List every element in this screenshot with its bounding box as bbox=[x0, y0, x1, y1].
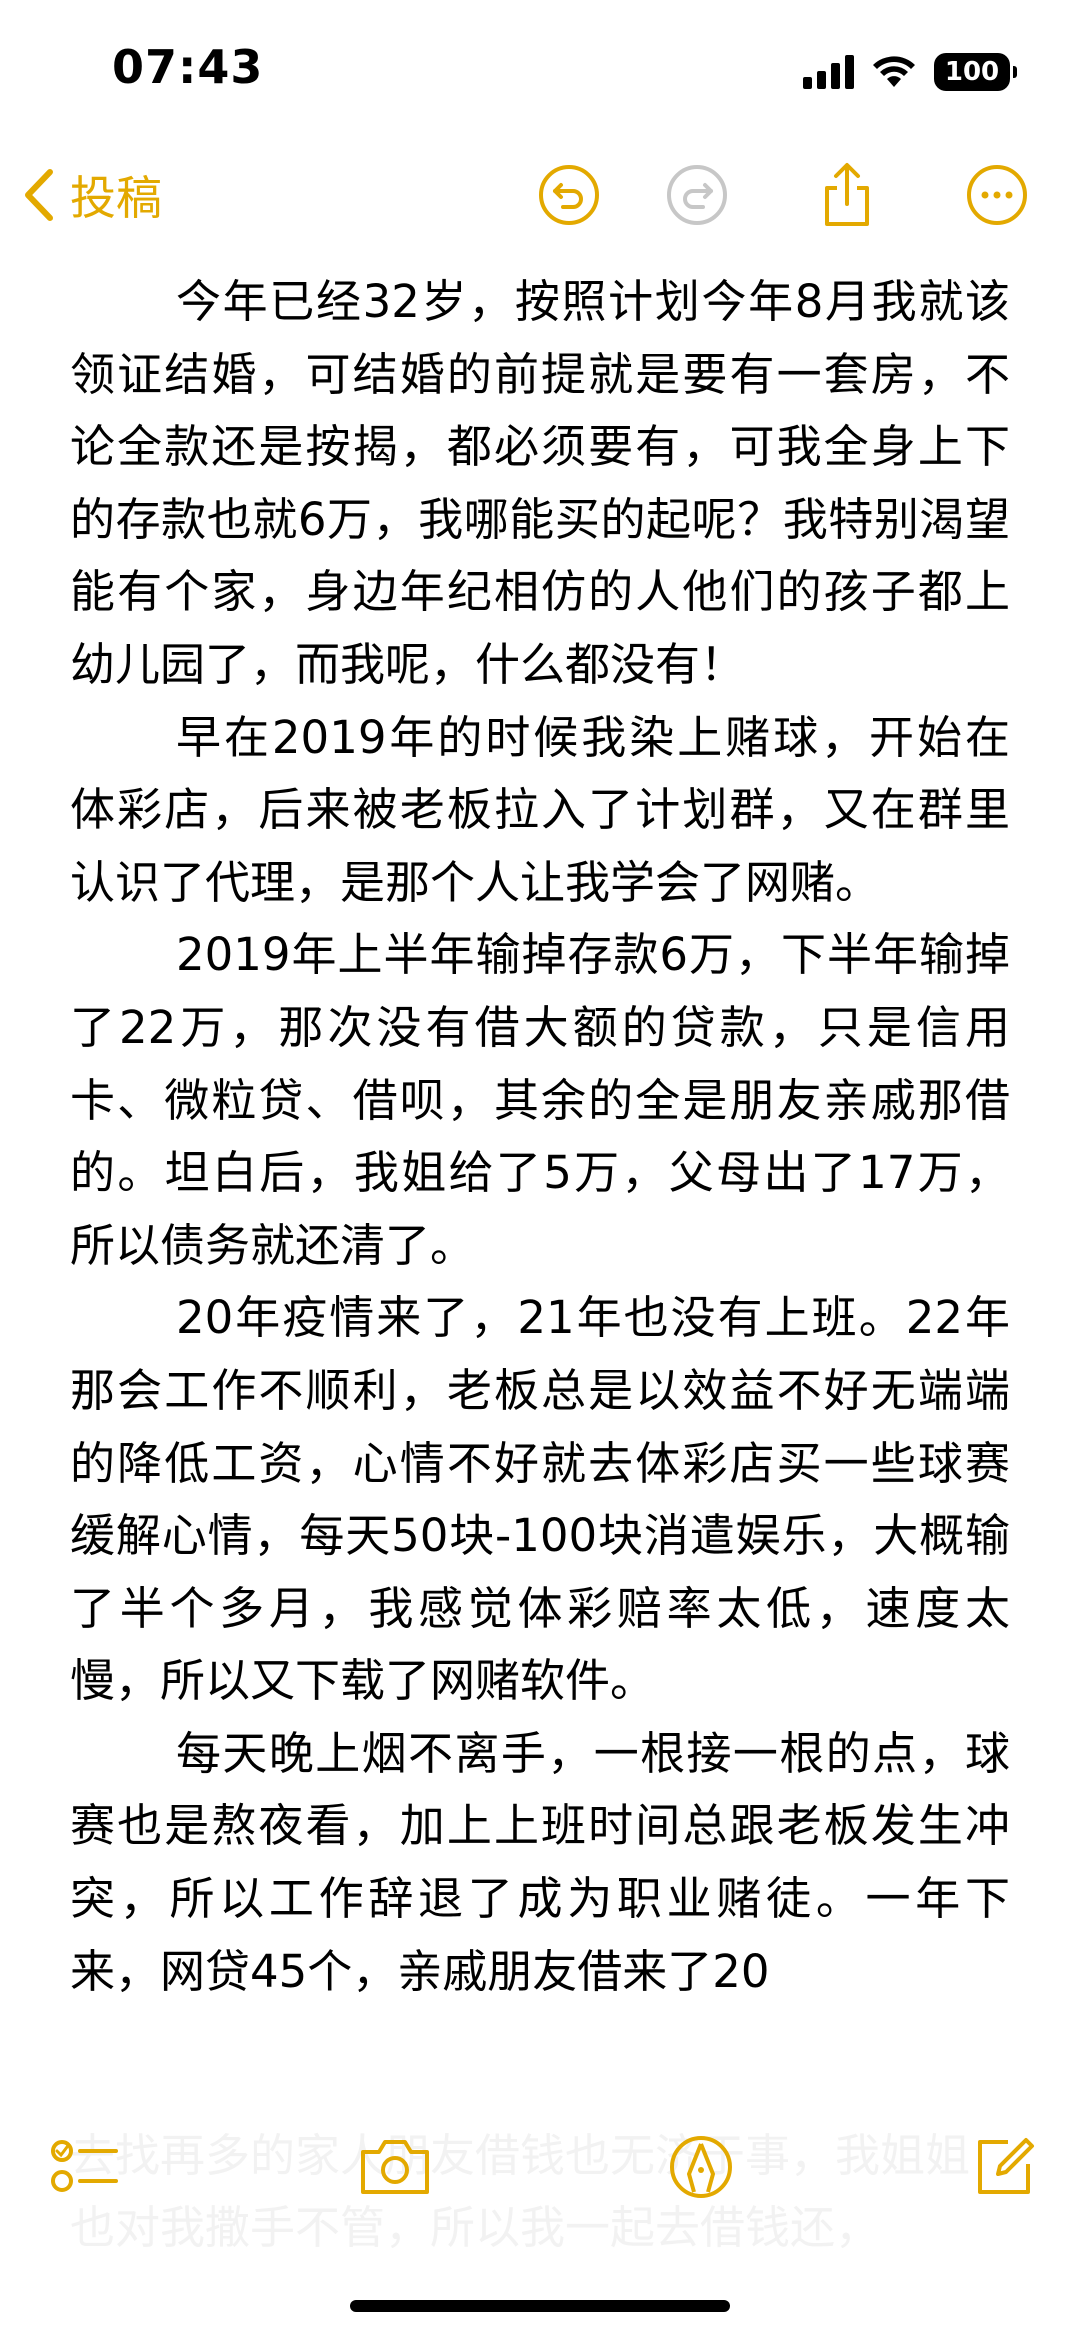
note-body[interactable]: 今年已经32岁，按照计划今年8月我就该领证结婚，可结婚的前提就是要有一套房，不论… bbox=[70, 266, 1010, 2100]
cellular-signal-icon bbox=[803, 55, 854, 89]
status-icons: 100 bbox=[803, 50, 1017, 94]
share-button[interactable] bbox=[810, 158, 884, 232]
wifi-icon bbox=[873, 56, 915, 87]
camera-button[interactable] bbox=[350, 2122, 440, 2212]
checklist-button[interactable] bbox=[40, 2122, 130, 2212]
status-time: 07:43 bbox=[112, 40, 264, 94]
more-button[interactable] bbox=[960, 158, 1034, 232]
checklist-icon bbox=[51, 2140, 118, 2192]
note-paragraph: 20年疫情来了，21年也没有上班。22年那会工作不顺利，老板总是以效益不好无端端… bbox=[70, 1291, 1010, 1708]
home-indicator[interactable] bbox=[350, 2300, 730, 2312]
note-paragraph: 今年已经32岁，按照计划今年8月我就该领证结婚，可结婚的前提就是要有一套房，不论… bbox=[70, 275, 1010, 691]
battery-level: 100 bbox=[944, 57, 1000, 87]
undo-button[interactable] bbox=[532, 158, 606, 232]
battery-icon: 100 bbox=[934, 53, 1017, 91]
note-paragraph: 2019年上半年输掉存款6万，下半年输掉了22万，那次没有借大额的贷款，只是信用… bbox=[70, 928, 1010, 1272]
chevron-left-icon bbox=[25, 169, 53, 221]
compose-icon bbox=[978, 2138, 1034, 2194]
back-button[interactable]: 投稿 bbox=[22, 160, 162, 230]
back-label: 投稿 bbox=[70, 171, 162, 225]
camera-icon bbox=[361, 2140, 429, 2194]
undo-icon bbox=[539, 165, 599, 225]
bottom-toolbar bbox=[0, 2100, 1080, 2260]
more-icon bbox=[967, 165, 1027, 225]
redo-icon bbox=[667, 165, 727, 225]
status-bar: 07:43 100 bbox=[0, 0, 1080, 140]
redo-button[interactable] bbox=[660, 158, 734, 232]
pen-tip-icon bbox=[670, 2136, 732, 2198]
markup-button[interactable] bbox=[656, 2122, 746, 2212]
note-paragraph: 早在2019年的时候我染上赌球，开始在体彩店，后来被老板拉入了计划群，又在群里认… bbox=[70, 710, 1010, 909]
compose-button[interactable] bbox=[960, 2122, 1050, 2212]
share-icon bbox=[825, 163, 869, 226]
navigation-bar: 投稿 bbox=[0, 150, 1080, 240]
note-paragraph: 每天晚上烟不离手，一根接一根的点，球赛也是熬夜看，加上上班时间总跟老板发生冲突，… bbox=[70, 1726, 1010, 1998]
